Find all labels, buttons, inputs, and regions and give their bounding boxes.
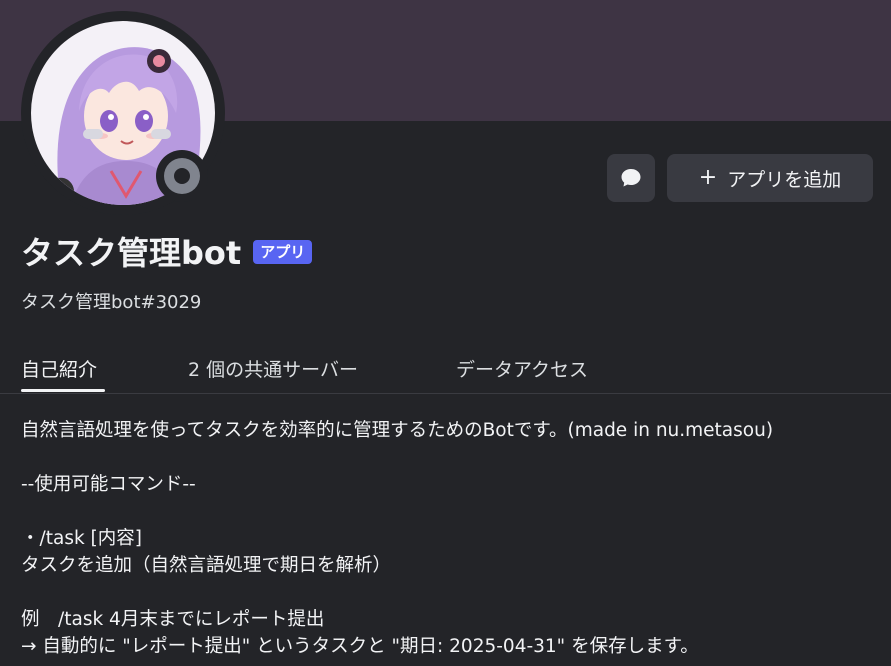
- bio-line: 自然言語処理を使ってタスクを効率的に管理するためのBotです。(made in …: [21, 420, 774, 441]
- bio-text: 自然言語処理を使ってタスクを効率的に管理するためのBotです。(made in …: [21, 417, 881, 660]
- chat-bubble-icon: [621, 169, 641, 187]
- active-tab-indicator: [21, 389, 105, 392]
- bio-spacer: [21, 579, 881, 606]
- bio-spacer: [21, 444, 881, 471]
- tab-mutual-servers[interactable]: 2 個の共通サーバー: [188, 355, 358, 382]
- display-name: タスク管理bot: [21, 234, 242, 272]
- plus-icon: +: [698, 165, 718, 190]
- tab-about-me[interactable]: 自己紹介: [21, 355, 97, 382]
- bio-line: → 自動的に "レポート提出" というタスクと "期日: 2025-04-31"…: [21, 636, 699, 657]
- tab-data-access[interactable]: データアクセス: [456, 355, 588, 382]
- username: タスク管理bot#3029: [21, 292, 202, 313]
- app-badge: アプリ: [253, 240, 313, 264]
- offline-status-icon: [164, 158, 200, 194]
- profile-tabs: 自己紹介 2 個の共通サーバー データアクセス: [0, 340, 891, 394]
- add-app-button[interactable]: + アプリを追加: [667, 154, 873, 202]
- user-profile-card: + アプリを追加 タスク管理bot アプリ タスク管理bot#3029 自己紹介…: [0, 0, 891, 666]
- bio-line: ・/task [内容]: [21, 528, 142, 549]
- add-app-label: アプリを追加: [727, 168, 842, 191]
- status-indicator: [156, 150, 208, 202]
- message-button[interactable]: [607, 154, 655, 202]
- bio-spacer: [21, 498, 881, 525]
- bio-line: 例 /task 4月末までにレポート提出: [21, 609, 325, 630]
- bio-line: タスクを追加（自然言語処理で期日を解析）: [21, 555, 392, 576]
- name-row: タスク管理bot アプリ: [21, 228, 313, 274]
- bio-line: --使用可能コマンド--: [21, 474, 196, 495]
